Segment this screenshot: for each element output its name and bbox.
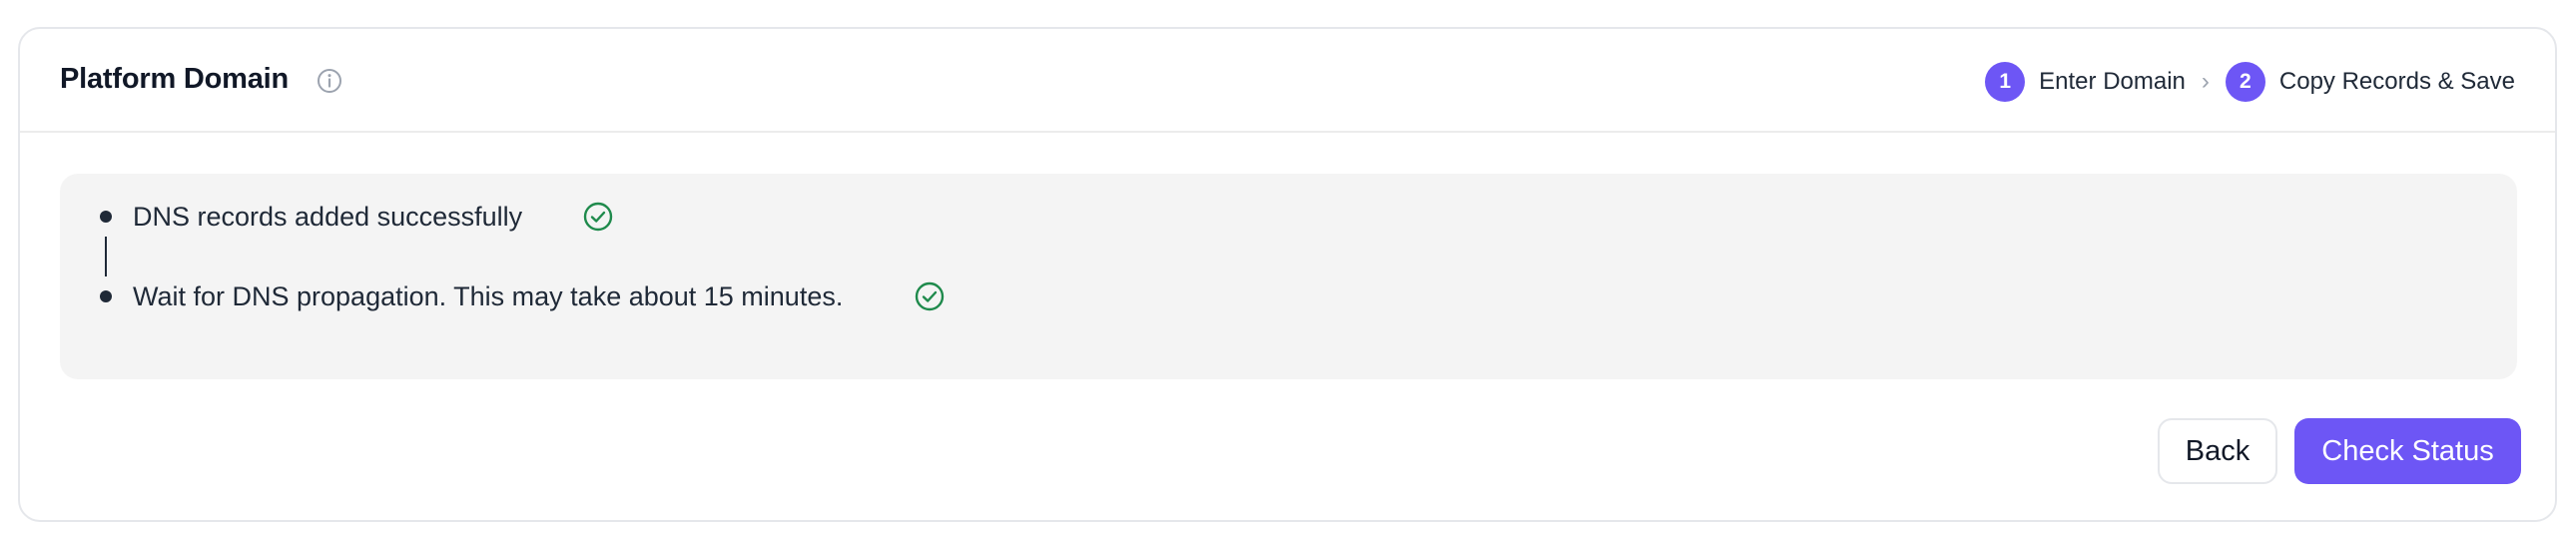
platform-domain-card: Platform Domain 1 Enter Domain › 2 Copy … [18, 27, 2557, 522]
status-text: DNS records added successfully [133, 201, 523, 232]
info-icon[interactable] [316, 67, 343, 95]
bullet [100, 290, 112, 302]
step-number: 2 [2225, 62, 2265, 102]
stepper: 1 Enter Domain › 2 Copy Records & Save [1985, 61, 2515, 103]
bullet [100, 211, 112, 223]
step-label: Enter Domain [2039, 68, 2186, 95]
step-number: 1 [1985, 62, 2026, 102]
step-enter-domain: 1 Enter Domain [1985, 62, 2186, 102]
page-title: Platform Domain [60, 63, 290, 95]
card-header: Platform Domain 1 Enter Domain › 2 Copy … [20, 29, 2555, 133]
check-circle-icon [915, 281, 945, 311]
back-button[interactable]: Back [2158, 418, 2277, 484]
step-copy-records: 2 Copy Records & Save [2225, 62, 2515, 102]
status-text: Wait for DNS propagation. This may take … [133, 280, 844, 311]
step-label: Copy Records & Save [2278, 68, 2515, 95]
check-status-button[interactable]: Check Status [2294, 418, 2521, 484]
step-connector [105, 237, 107, 276]
dns-status-panel: DNS records added successfully Wait for … [60, 174, 2517, 379]
chevron-right-icon: › [2201, 68, 2210, 95]
check-circle-icon [583, 202, 613, 232]
